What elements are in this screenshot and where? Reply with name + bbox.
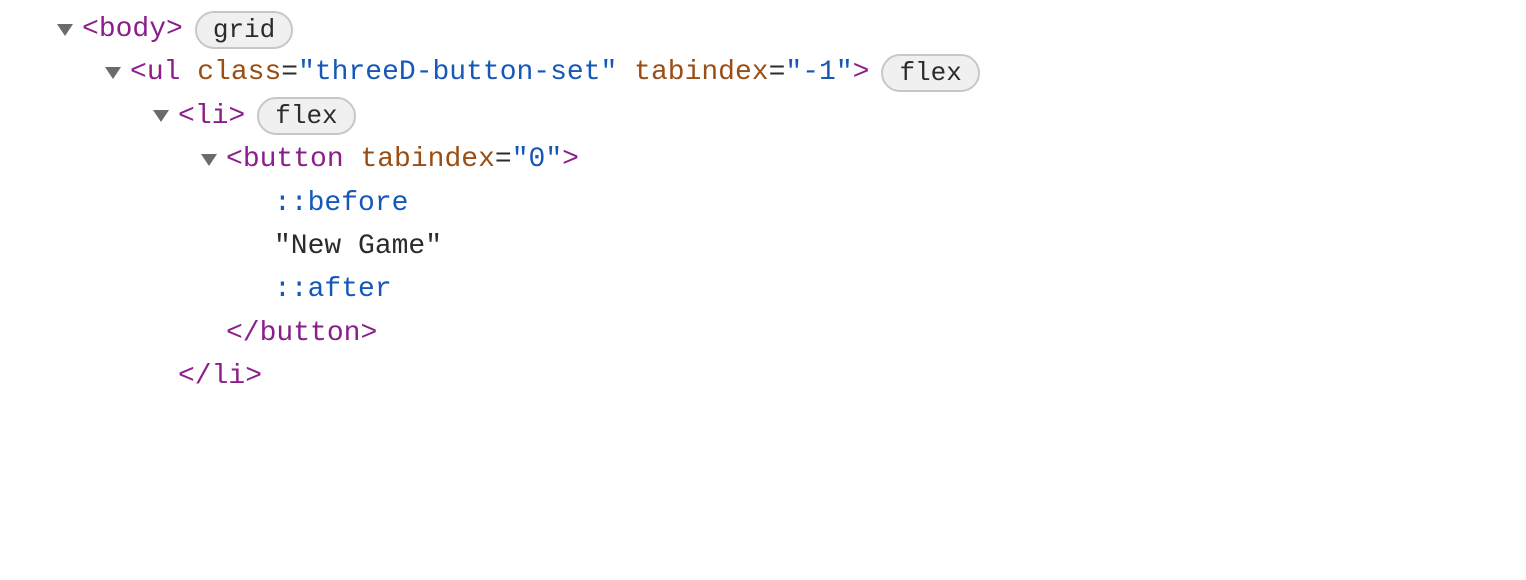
disclosure-triangle-icon[interactable] bbox=[192, 150, 226, 170]
tag-open: <li> bbox=[178, 95, 245, 138]
text-node: "New Game" bbox=[274, 225, 442, 268]
tree-row-pseudo-after[interactable]: ::after bbox=[0, 268, 1526, 311]
layout-badge-grid[interactable]: grid bbox=[195, 11, 293, 49]
dom-tree[interactable]: <body> grid <ul class="threeD-button-set… bbox=[0, 0, 1526, 399]
pseudo-element: ::after bbox=[274, 268, 392, 311]
tree-row-pseudo-before[interactable]: ::before bbox=[0, 182, 1526, 225]
tree-row-button[interactable]: <button tabindex="0"> bbox=[0, 138, 1526, 181]
tree-row-ul[interactable]: <ul class="threeD-button-set" tabindex="… bbox=[0, 51, 1526, 94]
layout-badge-flex[interactable]: flex bbox=[257, 97, 355, 135]
tag-close: </li> bbox=[178, 355, 262, 398]
pseudo-element: ::before bbox=[274, 182, 408, 225]
tree-row-body[interactable]: <body> grid bbox=[0, 8, 1526, 51]
disclosure-triangle-icon[interactable] bbox=[96, 63, 130, 83]
tree-row-close-button[interactable]: </button> bbox=[0, 312, 1526, 355]
tree-row-li[interactable]: <li> flex bbox=[0, 95, 1526, 138]
layout-badge-flex[interactable]: flex bbox=[881, 54, 979, 92]
tag-open: <ul class="threeD-button-set" tabindex="… bbox=[130, 51, 869, 94]
tag-close: </button> bbox=[226, 312, 377, 355]
disclosure-triangle-icon[interactable] bbox=[144, 106, 178, 126]
tag-open: <body> bbox=[82, 8, 183, 51]
disclosure-triangle-icon[interactable] bbox=[48, 20, 82, 40]
tree-row-text-node[interactable]: "New Game" bbox=[0, 225, 1526, 268]
tag-open: <button tabindex="0"> bbox=[226, 138, 579, 181]
tree-row-close-li[interactable]: </li> bbox=[0, 355, 1526, 398]
